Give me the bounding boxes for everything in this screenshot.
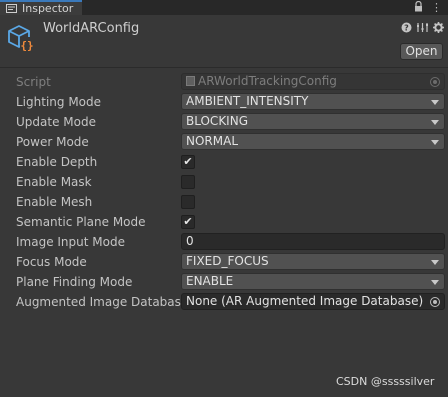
image-input-mode-label: Image Input Mode	[16, 235, 125, 249]
enable-mask-checkbox[interactable]	[181, 175, 195, 189]
lighting-mode-label: Lighting Mode	[16, 95, 102, 109]
focus-mode-label: Focus Mode	[16, 255, 87, 269]
script-field: ARWorldTrackingConfig	[181, 73, 445, 90]
open-button[interactable]: Open	[400, 43, 443, 60]
focus-mode-value: FIXED_FOCUS	[186, 254, 269, 268]
semantic-plane-mode-checkbox[interactable]: ✔	[181, 215, 195, 229]
focus-mode-dropdown[interactable]: FIXED_FOCUS	[181, 253, 445, 270]
script-label: Script	[16, 75, 51, 89]
enable-mesh-row: Enable Mesh	[0, 192, 448, 212]
power-mode-value: NORMAL	[186, 134, 239, 148]
lighting-mode-value: AMBIENT_INTENSITY	[186, 94, 309, 108]
augmented-image-database-row: Augmented Image Database None (AR Augmen…	[0, 292, 448, 312]
enable-depth-label: Enable Depth	[16, 155, 98, 169]
dropdown-arrow-icon	[431, 260, 439, 265]
dropdown-arrow-icon	[431, 100, 439, 105]
dropdown-arrow-icon	[431, 280, 439, 285]
script-value: ARWorldTrackingConfig	[198, 74, 337, 88]
image-input-mode-value: 0	[186, 234, 194, 248]
lighting-mode-dropdown[interactable]: AMBIENT_INTENSITY	[181, 93, 445, 110]
svg-text:{}: {}	[20, 39, 33, 52]
plane-finding-mode-value: ENABLE	[186, 274, 234, 288]
update-mode-value: BLOCKING	[186, 114, 248, 128]
object-title: WorldARConfig	[43, 21, 140, 36]
update-mode-label: Update Mode	[16, 115, 96, 129]
plane-finding-mode-dropdown[interactable]: ENABLE	[181, 273, 445, 290]
power-mode-row: Power Mode NORMAL	[0, 132, 448, 152]
dropdown-arrow-icon	[431, 140, 439, 145]
plane-finding-mode-row: Plane Finding Mode ENABLE	[0, 272, 448, 292]
tab-label: Inspector	[22, 2, 74, 15]
help-icon[interactable]: ?	[401, 22, 412, 36]
update-mode-row: Update Mode BLOCKING	[0, 112, 448, 132]
update-mode-dropdown[interactable]: BLOCKING	[181, 113, 445, 130]
enable-depth-checkbox[interactable]: ✔	[181, 155, 195, 169]
inspector-tab-icon	[6, 4, 17, 13]
svg-text:?: ?	[404, 24, 409, 33]
augmented-image-database-value: None (AR Augmented Image Database)	[186, 294, 424, 308]
tab-bar: Inspector ⋮	[0, 0, 448, 15]
enable-mask-row: Enable Mask	[0, 172, 448, 192]
plane-finding-mode-label: Plane Finding Mode	[16, 275, 133, 289]
lock-icon[interactable]	[414, 0, 423, 15]
augmented-image-database-label: Augmented Image Database	[16, 295, 189, 309]
enable-mask-label: Enable Mask	[16, 175, 92, 189]
preset-icon[interactable]	[417, 22, 428, 36]
object-target-icon	[430, 77, 440, 87]
enable-mesh-checkbox[interactable]	[181, 195, 195, 209]
power-mode-dropdown[interactable]: NORMAL	[181, 133, 445, 150]
header-divider	[0, 67, 448, 68]
scriptable-object-icon: {}	[8, 25, 34, 52]
lighting-mode-row: Lighting Mode AMBIENT_INTENSITY	[0, 92, 448, 112]
dropdown-arrow-icon	[431, 120, 439, 125]
focus-mode-row: Focus Mode FIXED_FOCUS	[0, 252, 448, 272]
image-input-mode-row: Image Input Mode 0	[0, 232, 448, 252]
enable-depth-row: Enable Depth ✔	[0, 152, 448, 172]
settings-icon[interactable]	[433, 22, 444, 36]
script-row: Script ARWorldTrackingConfig	[0, 72, 448, 92]
image-input-mode-input[interactable]: 0	[181, 233, 445, 250]
tab-inspector[interactable]: Inspector	[0, 0, 82, 15]
enable-mesh-label: Enable Mesh	[16, 195, 93, 209]
semantic-plane-mode-row: Semantic Plane Mode ✔	[0, 212, 448, 232]
augmented-image-database-field[interactable]: None (AR Augmented Image Database)	[181, 293, 445, 310]
watermark: CSDN @sssssilver	[336, 375, 435, 388]
checkmark-icon: ✔	[183, 155, 193, 168]
semantic-plane-mode-label: Semantic Plane Mode	[16, 215, 146, 229]
object-target-icon[interactable]	[430, 297, 440, 307]
power-mode-label: Power Mode	[16, 135, 89, 149]
menu-icon[interactable]: ⋮	[431, 2, 442, 14]
checkmark-icon: ✔	[183, 215, 193, 228]
script-file-icon	[186, 76, 195, 86]
